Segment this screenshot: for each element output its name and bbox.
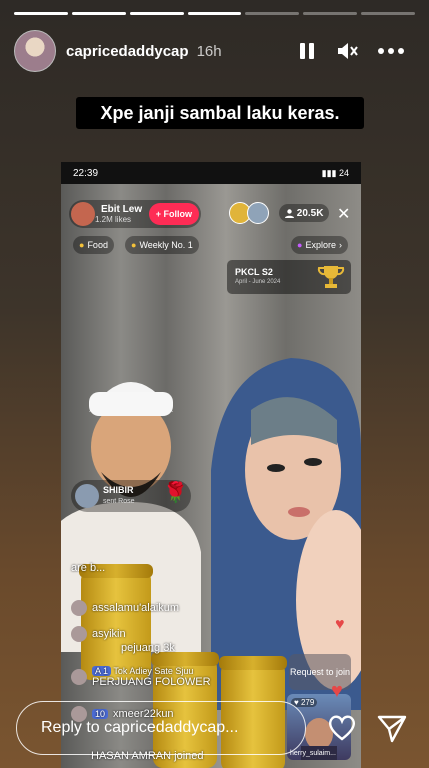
pk-title: PKCL S2 [235,267,273,277]
live-stream-screenshot: 22:39 ▮▮▮ 24 Ebit Lew 1.2M likes + Follo… [61,162,361,768]
viewer-count[interactable]: 20.5K [279,204,330,222]
story-header: capricedaddycap 16h [14,30,415,72]
gift-user-name: SHIBIR [103,485,134,495]
mute-button[interactable] [332,36,362,66]
progress-segment [187,12,242,15]
follow-button[interactable]: + Follow [148,203,199,225]
share-button[interactable] [376,712,408,744]
like-button[interactable] [326,712,358,744]
progress-segment [14,12,68,15]
progress-segment [361,12,416,15]
explore-button[interactable]: ● Explore › [291,236,348,254]
chat-message: assalamu'alaikum [71,600,179,616]
pk-dates: April - June 2024 [235,279,281,285]
guest-name: herry_sulaim... [290,750,336,757]
chat-message: asyikin [71,626,126,642]
reply-input[interactable]: Reply to capricedaddycap... [16,701,306,755]
sambal-jar [79,564,153,680]
tag-weekly[interactable]: ● Weekly No. 1 [125,236,199,254]
host-name: Ebit Lew [101,204,143,215]
top-viewers[interactable] [229,202,269,224]
coin-icon: ● [79,240,85,250]
pause-button[interactable] [292,36,322,66]
pause-icon [300,43,314,59]
close-icon[interactable]: ✕ [337,204,350,224]
more-options-button[interactable] [376,36,406,66]
progress-segment [245,12,300,15]
chat-user: Tok Adiey Sate Sjuu [113,666,194,676]
story-progress [14,12,416,15]
chat-message: A 1 Tok Adiey Sate Sjuu PERJUANG FOLOWER [71,666,211,688]
post-time: 16h [196,42,222,60]
status-time: 22:39 [73,167,99,179]
progress-segment [129,12,184,15]
profile-avatar[interactable] [14,30,56,72]
chat-avatar [71,600,87,616]
phone-status-bar: 22:39 ▮▮▮ 24 [61,162,361,184]
trophy-icon [317,266,345,288]
gift-text: sent Rose [103,498,135,505]
volume-off-icon [338,43,358,59]
progress-segment [303,12,358,15]
send-icon [377,715,407,743]
floating-heart-icon: ♥ [335,616,345,633]
chat-text: PERJUANG FOLOWER [92,676,211,688]
rose-icon: 🌹 [163,482,188,504]
host-avatar [71,202,95,226]
chat-avatar [71,669,87,685]
explore-icon: ● [297,240,303,250]
host-card[interactable]: Ebit Lew 1.2M likes + Follow [69,200,201,228]
medal-icon: ● [131,240,137,250]
viewer-avatar [247,202,269,224]
heart-icon [328,715,356,741]
person-icon [285,208,294,218]
battery-level: ▮▮▮ 24 [321,167,349,178]
chat-message: are b... [71,562,106,574]
floating-heart-icon: ♥ [331,680,343,702]
gift-user-avatar [75,484,99,508]
story-caption: Xpe janji sambal laku keras. [76,97,364,129]
tag-food[interactable]: ● Food [73,236,114,254]
chat-avatar [71,626,87,642]
chat-badge: A 1 [92,666,112,676]
more-icon [378,48,404,54]
chat-message: pejuang 3k [121,642,175,654]
pk-banner[interactable]: PKCL S2 April - June 2024 [227,260,351,294]
host-likes: 1.2M likes [95,215,132,224]
progress-segment [71,12,126,15]
username[interactable]: capricedaddycap [66,43,189,60]
